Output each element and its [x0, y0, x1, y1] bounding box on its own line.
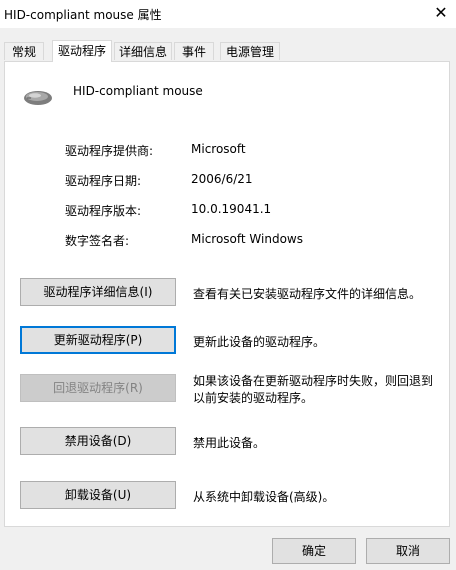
- cancel-button[interactable]: 取消: [366, 538, 450, 564]
- disable-device-description: 禁用此设备。: [193, 436, 266, 450]
- update-driver-button[interactable]: 更新驱动程序(P): [20, 326, 176, 354]
- tab-power-management[interactable]: 电源管理: [220, 42, 280, 60]
- uninstall-device-description: 从系统中卸载设备(高级)。: [193, 490, 335, 504]
- mouse-icon: [24, 91, 52, 105]
- driver-details-button[interactable]: 驱动程序详细信息(I): [20, 278, 176, 306]
- driver-version-value: 10.0.19041.1: [191, 202, 272, 216]
- uninstall-device-button[interactable]: 卸载设备(U): [20, 481, 176, 509]
- driver-date-label: 驱动程序日期:: [65, 174, 142, 188]
- tab-driver[interactable]: 驱动程序: [52, 40, 112, 62]
- device-name: HID-compliant mouse: [73, 84, 203, 98]
- digital-signer-value: Microsoft Windows: [191, 232, 303, 246]
- digital-signer-label: 数字签名者:: [65, 234, 130, 248]
- disable-device-button[interactable]: 禁用设备(D): [20, 427, 176, 455]
- title-bar: HID-compliant mouse 属性 ✕: [0, 0, 456, 28]
- properties-dialog: HID-compliant mouse 属性 ✕ 常规 驱动程序 详细信息 事件…: [0, 0, 456, 570]
- tab-general[interactable]: 常规: [4, 42, 44, 60]
- update-driver-description: 更新此设备的驱动程序。: [193, 335, 326, 349]
- tab-events[interactable]: 事件: [174, 42, 214, 60]
- ok-button[interactable]: 确定: [272, 538, 356, 564]
- tab-details[interactable]: 详细信息: [114, 42, 172, 60]
- driver-version-label: 驱动程序版本:: [65, 204, 142, 218]
- roll-back-driver-button[interactable]: 回退驱动程序(R): [20, 374, 176, 402]
- driver-provider-value: Microsoft: [191, 142, 246, 156]
- roll-back-driver-description: 如果该设备在更新驱动程序时失败，则回退到以前安装的驱动程序。: [193, 374, 434, 405]
- driver-details-description: 查看有关已安装驱动程序文件的详细信息。: [193, 287, 422, 301]
- driver-date-value: 2006/6/21: [191, 172, 253, 186]
- window-title: HID-compliant mouse 属性: [4, 8, 162, 22]
- close-icon[interactable]: ✕: [426, 0, 456, 28]
- driver-provider-label: 驱动程序提供商:: [65, 144, 154, 158]
- driver-tab-panel: HID-compliant mouse 驱动程序提供商: Microsoft 驱…: [4, 61, 450, 527]
